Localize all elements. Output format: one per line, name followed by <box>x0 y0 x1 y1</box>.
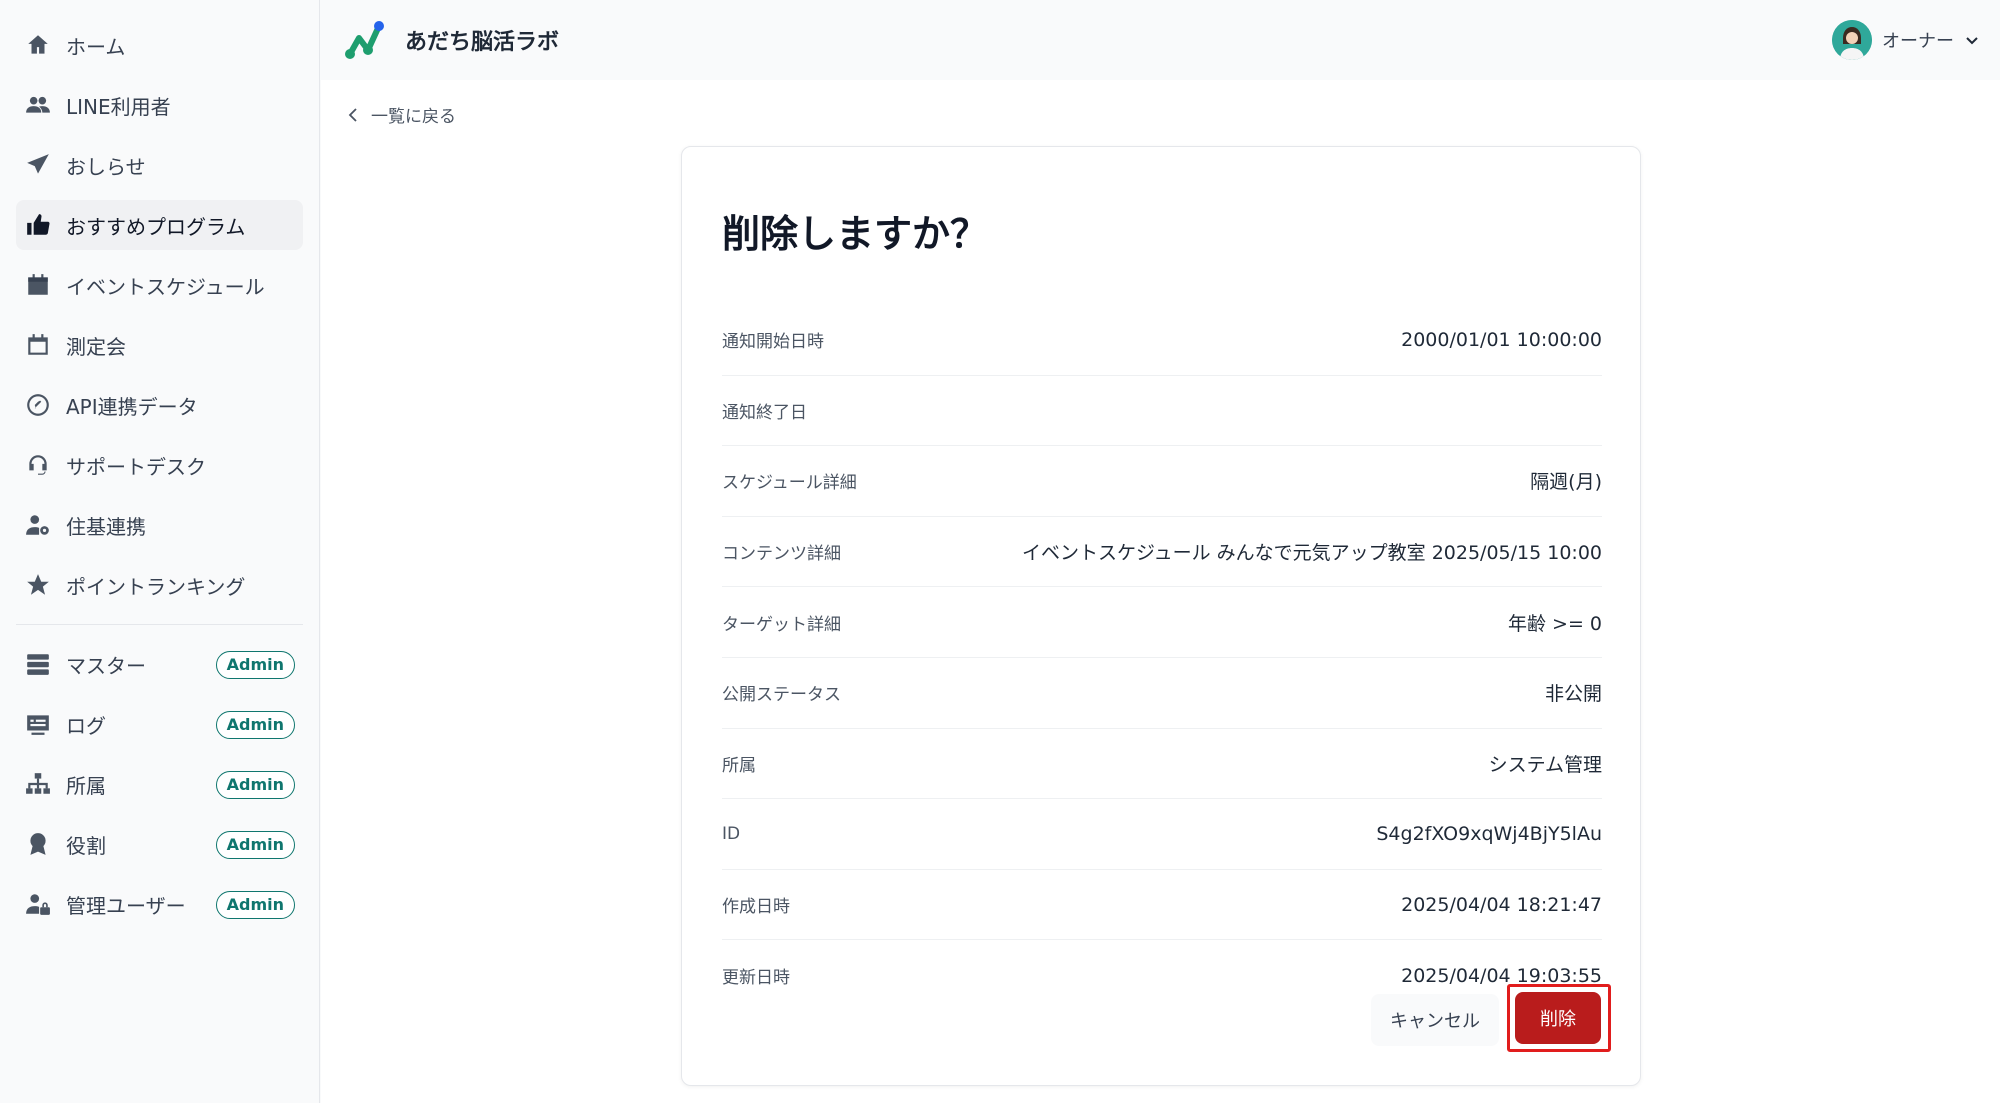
avatar <box>1832 20 1872 60</box>
detail-value: 隔週(月) <box>1530 471 1602 494</box>
detail-value: 2000/01/01 10:00:00 <box>1401 328 1602 351</box>
admin-badge: Admin <box>215 651 295 679</box>
detail-value: S4g2fXO9xqWj4BjY5lAu <box>1376 822 1602 845</box>
sidebar-item-recommended-programs[interactable]: おすすめプログラム <box>16 200 303 250</box>
sidebar-item-home[interactable]: ホーム <box>16 20 303 70</box>
database-icon <box>24 650 52 678</box>
chevron-left-icon <box>348 107 357 122</box>
sidebar-item-api-data[interactable]: API連携データ <box>16 380 303 430</box>
log-icon <box>24 710 52 738</box>
cancel-button[interactable]: キャンセル <box>1371 994 1499 1046</box>
sidebar-item-label: API連携データ <box>66 394 198 419</box>
sidebar-item-label: イベントスケジュール <box>66 274 265 299</box>
sidebar-item-measurement[interactable]: 測定会 <box>16 320 303 370</box>
detail-label: 通知開始日時 <box>722 332 824 353</box>
detail-row: 所属 システム管理 <box>722 729 1602 800</box>
headset-icon <box>24 451 52 479</box>
delete-confirm-dialog: 削除しますか？ 通知開始日時 2000/01/01 10:00:00 通知終了日… <box>681 146 1641 1086</box>
sidebar-item-line-users[interactable]: LINE利用者 <box>16 80 303 130</box>
thumbs-up-icon <box>24 211 52 239</box>
detail-label: 作成日時 <box>722 897 790 918</box>
sidebar-item-label: ポイントランキング <box>66 574 246 599</box>
sidebar-item-label: 所属 <box>66 773 106 798</box>
detail-value: 年齢 >= 0 <box>1507 612 1602 635</box>
detail-label: 更新日時 <box>722 968 790 989</box>
detail-row: 作成日時 2025/04/04 18:21:47 <box>722 870 1602 941</box>
admin-badge: Admin <box>215 771 295 799</box>
sidebar-item-resident-registry[interactable]: 住基連携 <box>16 500 303 550</box>
sidebar-item-label: 管理ユーザー <box>66 893 186 918</box>
sidebar-item-label: 役割 <box>66 833 106 858</box>
sidebar-item-label: LINE利用者 <box>66 94 171 119</box>
detail-row: ターゲット詳細 年齢 >= 0 <box>722 587 1602 658</box>
detail-row: スケジュール詳細 隔週(月) <box>722 446 1602 517</box>
sidebar-item-label: おすすめプログラム <box>66 214 246 239</box>
main-content: 一覧に戻る 削除しますか？ 通知開始日時 2000/01/01 10:00:00… <box>321 80 2000 1103</box>
sidebar-item-label: ホーム <box>66 34 126 59</box>
detail-row: ID S4g2fXO9xqWj4BjY5lAu <box>722 799 1602 870</box>
admin-badge: Admin <box>215 711 295 739</box>
detail-label: ID <box>722 823 741 844</box>
sidebar-item-log[interactable]: ログ Admin <box>16 699 303 749</box>
detail-label: ターゲット詳細 <box>722 614 841 635</box>
sidebar-item-support-desk[interactable]: サポートデスク <box>16 440 303 490</box>
sidebar-item-role[interactable]: 役割 Admin <box>16 819 303 869</box>
admin-badge: Admin <box>215 831 295 859</box>
detail-label: コンテンツ詳細 <box>722 544 841 565</box>
sidebar-divider <box>16 624 303 625</box>
home-icon <box>24 31 52 59</box>
sidebar: ホーム LINE利用者 おしらせ おすすめプログラム イベントスケジュール 測定… <box>0 0 320 1103</box>
sidebar-item-master[interactable]: マスター Admin <box>16 639 303 689</box>
sidebar-item-label: サポートデスク <box>66 454 206 479</box>
star-icon <box>24 571 52 599</box>
detail-value: 2025/04/04 18:21:47 <box>1401 893 1602 916</box>
app-logo-icon <box>345 21 384 59</box>
calendar-outline-icon <box>24 331 52 359</box>
award-icon <box>24 830 52 858</box>
user-menu[interactable]: オーナー <box>1832 20 1980 60</box>
back-link[interactable]: 一覧に戻る <box>345 102 456 127</box>
detail-value: システム管理 <box>1488 753 1602 776</box>
detail-value: イベントスケジュール みんなで元気アップ教室 2025/05/15 10:00 <box>1021 542 1602 565</box>
detail-label: 所属 <box>722 755 756 776</box>
sidebar-item-notices[interactable]: おしらせ <box>16 140 303 190</box>
detail-label: 通知終了日 <box>722 402 807 423</box>
detail-row: コンテンツ詳細 イベントスケジュール みんなで元気アップ教室 2025/05/1… <box>722 517 1602 588</box>
sidebar-item-event-schedule[interactable]: イベントスケジュール <box>16 260 303 310</box>
api-icon <box>24 391 52 419</box>
sidebar-item-label: マスター <box>66 653 146 678</box>
detail-value: 非公開 <box>1544 683 1602 706</box>
sitemap-icon <box>24 770 52 798</box>
sidebar-item-label: おしらせ <box>66 154 146 179</box>
sidebar-item-admin-users[interactable]: 管理ユーザー Admin <box>16 879 303 929</box>
sidebar-item-label: 住基連携 <box>66 514 146 539</box>
chevron-down-icon <box>1966 37 1978 45</box>
detail-label: 公開ステータス <box>722 685 841 706</box>
user-gear-icon <box>24 511 52 539</box>
detail-row: 公開ステータス 非公開 <box>722 658 1602 729</box>
calendar-icon <box>24 271 52 299</box>
sidebar-item-point-ranking[interactable]: ポイントランキング <box>16 560 303 610</box>
sidebar-item-label: 測定会 <box>66 334 126 359</box>
detail-list: 通知開始日時 2000/01/01 10:00:00 通知終了日 スケジュール詳… <box>722 305 1602 1011</box>
sidebar-item-label: ログ <box>66 713 106 738</box>
top-header: あだち脳活ラボ オーナー <box>321 0 2000 80</box>
user-name: オーナー <box>1882 31 1954 52</box>
app-title: あだち脳活ラボ <box>405 30 560 55</box>
send-icon <box>24 151 52 179</box>
delete-button[interactable]: 削除 <box>1515 992 1601 1044</box>
back-link-label: 一覧に戻る <box>371 107 456 127</box>
detail-row: 通知終了日 <box>722 376 1602 447</box>
user-lock-icon <box>24 890 52 918</box>
admin-badge: Admin <box>215 891 295 919</box>
dialog-title: 削除しますか？ <box>722 212 989 256</box>
detail-label: スケジュール詳細 <box>722 473 857 494</box>
users-icon <box>24 91 52 119</box>
detail-row: 通知開始日時 2000/01/01 10:00:00 <box>722 305 1602 376</box>
sidebar-item-affiliation[interactable]: 所属 Admin <box>16 759 303 809</box>
